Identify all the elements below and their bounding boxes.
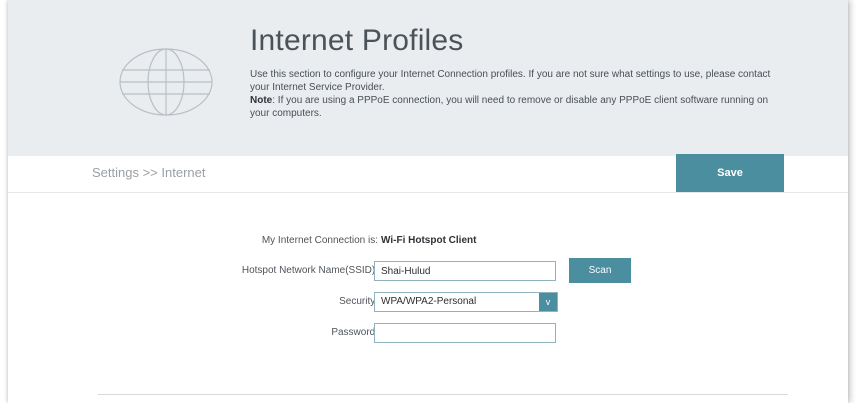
ssid-label: Hotspot Network Name(SSID): [241, 265, 378, 276]
internet-form: My Internet Connection is: Wi-Fi Hotspot… [8, 192, 848, 402]
breadcrumb: Settings >> Internet [92, 165, 206, 180]
save-button[interactable]: Save [676, 154, 784, 192]
ssid-input[interactable] [374, 261, 556, 281]
connection-value: Wi-Fi Hotspot Client [381, 235, 477, 246]
scan-button[interactable]: Scan [569, 258, 631, 283]
security-select[interactable]: WPA/WPA2-Personal v [374, 292, 558, 312]
password-input[interactable] [374, 323, 556, 343]
divider [98, 394, 788, 395]
security-label: Security: [339, 296, 378, 307]
globe-icon [119, 48, 213, 116]
page-title: Internet Profiles [250, 24, 464, 57]
note-text: : If you are using a PPPoE connection, y… [250, 95, 769, 119]
password-label: Password: [331, 327, 378, 338]
connection-label: My Internet Connection is: [261, 235, 378, 246]
header-panel: Internet Profiles Use this section to co… [8, 0, 848, 157]
description-text: Use this section to configure your Inter… [250, 69, 771, 93]
page-description: Use this section to configure your Inter… [250, 68, 790, 120]
security-select-value: WPA/WPA2-Personal [381, 296, 477, 307]
note-label: Note [250, 95, 273, 106]
chevron-down-icon[interactable]: v [539, 293, 557, 311]
page-frame: Internet Profiles Use this section to co… [8, 0, 848, 403]
